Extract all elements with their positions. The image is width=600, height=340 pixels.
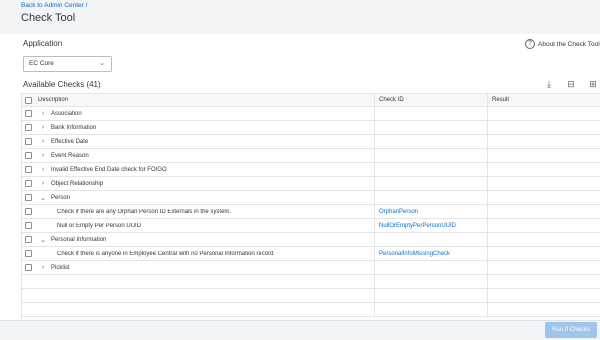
row-checkbox[interactable]: [25, 124, 32, 131]
table-header-row: Description Check ID Result: [22, 93, 600, 107]
table-group-row[interactable]: › Object Relationship: [22, 177, 600, 191]
table-group-row[interactable]: › Effective Date: [22, 135, 600, 149]
row-checkbox[interactable]: [25, 250, 32, 257]
help-icon: ?: [525, 39, 535, 49]
row-checkbox[interactable]: [25, 138, 32, 145]
chevron-right-icon[interactable]: ›: [38, 166, 48, 173]
result-cell: [487, 205, 600, 218]
column-header-result[interactable]: Result: [487, 94, 600, 106]
chevron-down-icon[interactable]: ⌄: [38, 194, 48, 202]
chevron-right-icon[interactable]: ›: [38, 152, 48, 159]
result-cell: [487, 261, 600, 274]
run-checks-button[interactable]: Run 0 Checks: [545, 322, 597, 338]
application-select[interactable]: EC Core ⌄: [23, 56, 112, 72]
table-group-row[interactable]: › Bank Information: [22, 121, 600, 135]
result-cell: [487, 149, 600, 162]
row-description: Event Reason: [51, 152, 89, 159]
check-id-link[interactable]: OrphanPerson: [379, 209, 418, 215]
select-all-checkbox[interactable]: [25, 96, 32, 104]
chevron-right-icon[interactable]: ›: [38, 124, 48, 131]
result-cell: [487, 247, 600, 260]
checks-table: Description Check ID Result › Association…: [22, 93, 600, 317]
row-checkbox[interactable]: [25, 166, 32, 173]
empty-row: [22, 303, 600, 317]
application-select-value: EC Core: [29, 60, 54, 67]
table-group-row[interactable]: ⌄ Person: [22, 191, 600, 205]
result-cell: [487, 233, 600, 246]
check-id-link[interactable]: NullOrEmptyPerPersonUUID: [379, 223, 456, 229]
row-checkbox[interactable]: [25, 152, 32, 159]
available-checks-title: Available Checks (41): [23, 80, 101, 89]
table-group-row[interactable]: ⌄ Personal Information: [22, 233, 600, 247]
about-check-tool-label: About the Check Tool: [538, 40, 600, 48]
column-header-check-id[interactable]: Check ID: [374, 94, 486, 106]
row-description: Object Relationship: [51, 180, 104, 187]
table-row[interactable]: Null or Empty Per Person UUID NullOrEmpty…: [22, 219, 600, 233]
download-icon[interactable]: ⤓: [544, 79, 554, 89]
chevron-right-icon[interactable]: ›: [38, 264, 48, 271]
result-cell: [487, 135, 600, 148]
table-group-row[interactable]: › Event Reason: [22, 149, 600, 163]
result-cell: [487, 163, 600, 176]
application-label: Application: [23, 39, 63, 48]
row-description: Bank Information: [51, 124, 97, 131]
chevron-down-icon: ⌄: [99, 60, 105, 67]
row-description: Association: [51, 110, 82, 117]
row-description: Personal Information: [51, 236, 107, 243]
page-title: Check Tool: [21, 12, 76, 24]
table-group-row[interactable]: › Picklist: [22, 261, 600, 275]
table-group-row[interactable]: › Association: [22, 107, 600, 121]
row-checkbox[interactable]: [25, 180, 32, 187]
footer-bar: [0, 320, 600, 340]
column-header-description[interactable]: Description: [35, 97, 375, 103]
row-checkbox[interactable]: [25, 110, 32, 117]
result-cell: [487, 121, 600, 134]
table-toolbar: ⤓ ⊟ ⊞: [544, 79, 598, 89]
table-row[interactable]: Check if there are any Orphan Person ID …: [22, 205, 600, 219]
result-cell: [487, 219, 600, 232]
empty-row: [22, 289, 600, 303]
row-checkbox[interactable]: [25, 264, 32, 271]
row-description: Person: [51, 194, 71, 201]
page-header: Back to Admin Center / Check Tool: [0, 0, 600, 34]
collapse-all-icon[interactable]: ⊟: [566, 79, 576, 89]
chevron-right-icon[interactable]: ›: [38, 180, 48, 187]
row-checkbox[interactable]: [25, 236, 32, 243]
result-cell: [487, 107, 600, 120]
row-description: Invalid Effective End Date check for FO/…: [51, 166, 167, 173]
row-checkbox[interactable]: [25, 208, 32, 215]
table-group-row[interactable]: › Invalid Effective End Date check for FO…: [22, 163, 600, 177]
row-description: Check if there is anyone in Employee Cen…: [57, 250, 274, 257]
chevron-right-icon[interactable]: ›: [38, 138, 48, 145]
chevron-right-icon[interactable]: ›: [38, 110, 48, 117]
row-description: Picklist: [51, 264, 70, 271]
row-description: Effective Date: [51, 138, 89, 145]
empty-row: [22, 275, 600, 289]
check-id-link[interactable]: PersonalInfoMissingCheck: [379, 251, 450, 257]
breadcrumb-admin-center[interactable]: Back to Admin Center /: [21, 2, 87, 9]
row-description: Null or Empty Per Person UUID: [57, 222, 142, 229]
expand-all-icon[interactable]: ⊞: [588, 79, 598, 89]
table-row[interactable]: Check if there is anyone in Employee Cen…: [22, 247, 600, 261]
result-cell: [487, 177, 600, 190]
about-check-tool-link[interactable]: ? About the Check Tool: [525, 39, 600, 49]
chevron-down-icon[interactable]: ⌄: [38, 236, 48, 244]
row-checkbox[interactable]: [25, 194, 32, 201]
row-description: Check if there are any Orphan Person ID …: [57, 208, 232, 215]
result-cell: [487, 191, 600, 204]
row-checkbox[interactable]: [25, 222, 32, 229]
